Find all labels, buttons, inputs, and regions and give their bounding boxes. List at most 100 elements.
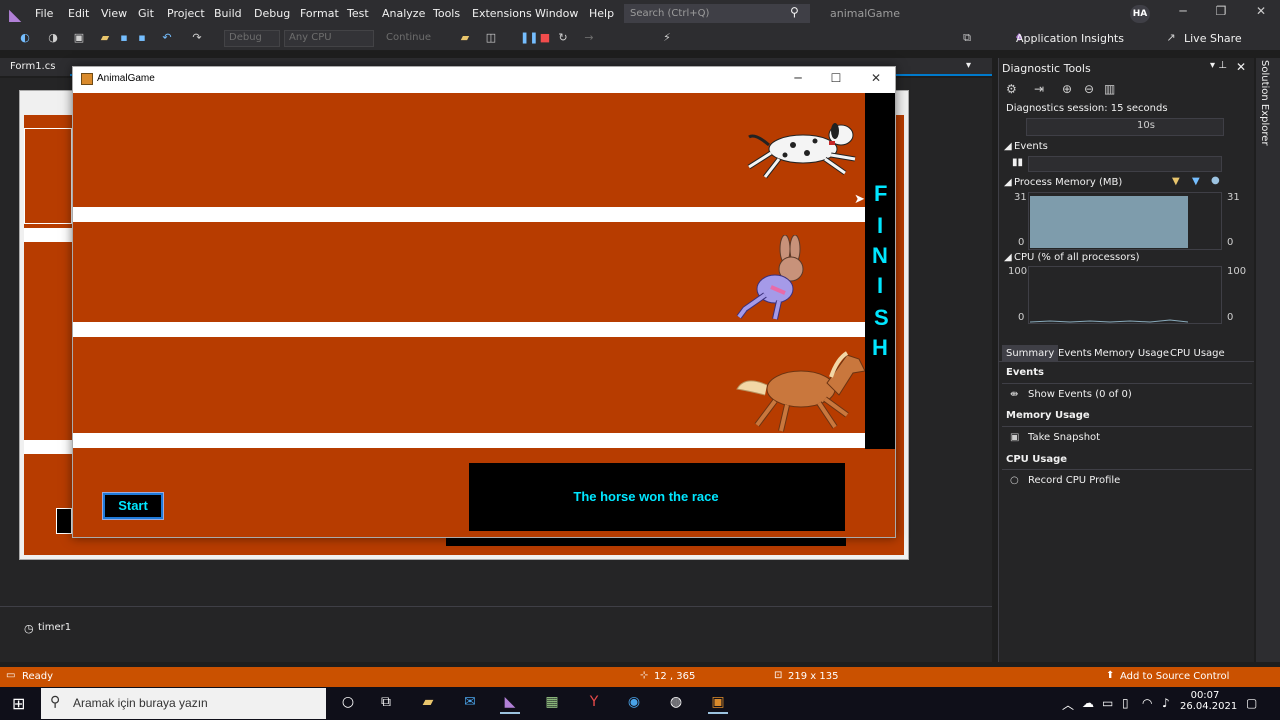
save-all-icon[interactable]: ▪ (135, 31, 149, 45)
application-insights-button[interactable]: Application Insights (1016, 32, 1124, 45)
menu-build[interactable]: Build (214, 7, 242, 20)
camera-tray-icon[interactable]: ▭ (1102, 696, 1113, 710)
back-icon[interactable]: ◐ (18, 31, 32, 45)
zoom-in-icon[interactable]: ⊕ (1062, 82, 1076, 96)
battery-icon[interactable]: ▯ (1122, 696, 1129, 710)
designer-separator (24, 440, 72, 454)
platform-select[interactable]: Any CPU (284, 30, 374, 47)
designer-lane-1[interactable] (24, 128, 72, 224)
save-icon[interactable]: ▪ (117, 31, 131, 45)
solution-explorer-strip (1256, 58, 1280, 662)
configuration-select[interactable]: Debug (224, 30, 280, 47)
menu-format[interactable]: Format (300, 7, 339, 20)
menu-edit[interactable]: Edit (68, 7, 89, 20)
wifi-icon[interactable]: ◠ (1142, 696, 1152, 710)
open-icon[interactable]: ▰ (98, 31, 112, 45)
reset-zoom-icon[interactable]: ▥ (1104, 82, 1118, 96)
hot-reload-icon[interactable]: ⚡ (660, 31, 674, 45)
tab-memory-usage[interactable]: Memory Usage (1094, 348, 1169, 359)
app-maximize-icon[interactable]: ☐ (821, 71, 851, 85)
menu-help[interactable]: Help (589, 7, 614, 20)
forward-icon[interactable]: ◑ (46, 31, 60, 45)
animal-game-window[interactable]: AnimalGame ─ ☐ ✕ F I N I S H Start The h… (72, 66, 896, 538)
stop-icon[interactable]: ■ (538, 31, 552, 45)
menu-file[interactable]: File (35, 7, 53, 20)
yandex-icon[interactable]: Y (584, 694, 604, 714)
redo-icon[interactable]: ↷ (190, 31, 204, 45)
menu-tools[interactable]: Tools (433, 7, 460, 20)
tab-dropdown-icon[interactable]: ▾ (966, 60, 971, 71)
take-snapshot-button[interactable]: Take Snapshot (1028, 432, 1100, 443)
new-item-icon[interactable]: ▣ (72, 31, 86, 45)
visual-studio-logo-icon: ◣ (9, 5, 22, 24)
start-button[interactable]: Start (102, 492, 164, 520)
app-title-bar[interactable]: AnimalGame ─ ☐ ✕ (73, 67, 895, 93)
screenshot-icon[interactable]: ◫ (484, 31, 498, 45)
chrome-icon[interactable]: ◉ (624, 694, 644, 714)
menu-view[interactable]: View (101, 7, 127, 20)
tab-summary[interactable]: Summary (1002, 345, 1059, 362)
continue-button[interactable]: Continue (386, 32, 431, 43)
pause-events-icon[interactable]: ▮▮ (1012, 157, 1023, 168)
diag-close-icon[interactable]: ✕ (1236, 60, 1246, 74)
menu-analyze[interactable]: Analyze (382, 7, 425, 20)
visual-studio-icon[interactable]: ◣ (500, 694, 520, 714)
zoom-out-icon[interactable]: ⊖ (1084, 82, 1098, 96)
layout-icon[interactable]: ⧉ (960, 31, 974, 45)
menu-debug[interactable]: Debug (254, 7, 290, 20)
volume-icon[interactable]: ♪ (1162, 696, 1170, 710)
tab-form1-cs[interactable]: Form1.cs (0, 58, 70, 76)
menu-window[interactable]: Window (535, 7, 578, 20)
search-icon[interactable]: ⚲ (790, 5, 799, 19)
memory-section-label: Process Memory (MB) (1014, 177, 1123, 188)
animal-game-taskbar-icon[interactable]: ▣ (708, 694, 728, 714)
show-events-link[interactable]: Show Events (0 of 0) (1028, 389, 1132, 400)
designer-start-button[interactable] (56, 508, 72, 534)
cloud-icon[interactable]: ☁ (1082, 696, 1094, 710)
task-view-icon[interactable]: ⧉ (376, 694, 396, 714)
add-to-source-control[interactable]: Add to Source Control (1120, 671, 1229, 682)
search-input[interactable]: Search (Ctrl+Q) (624, 4, 810, 23)
timer-icon: ◷ (24, 622, 34, 635)
collapse-icon[interactable]: ◢ (1004, 252, 1012, 263)
menu-extensions[interactable]: Extensions (472, 7, 532, 20)
file-explorer-icon[interactable]: ▰ (418, 694, 438, 714)
tab-events[interactable]: Events (1058, 348, 1092, 359)
windows-start-icon[interactable]: ⊞ (12, 694, 25, 713)
collapse-icon[interactable]: ◢ (1004, 141, 1012, 152)
notifications-icon[interactable]: ▢ (1246, 696, 1257, 710)
menu-project[interactable]: Project (167, 7, 205, 20)
restart-icon[interactable]: ↻ (556, 31, 570, 45)
export-icon[interactable]: ⇥ (1034, 82, 1048, 96)
attach-icon[interactable]: ▰ (458, 31, 472, 45)
minimize-icon[interactable]: ─ (1168, 4, 1198, 18)
record-cpu-profile-button[interactable]: Record CPU Profile (1028, 475, 1120, 486)
tab-cpu-usage[interactable]: CPU Usage (1170, 348, 1225, 359)
step-icon[interactable]: → (582, 31, 596, 45)
app-close-icon[interactable]: ✕ (861, 71, 891, 85)
close-icon[interactable]: ✕ (1246, 4, 1276, 18)
chevron-up-icon[interactable]: ︿ (1062, 696, 1074, 713)
menu-git[interactable]: Git (138, 7, 154, 20)
cortana-icon[interactable]: ○ (338, 694, 358, 714)
mouse-cursor-icon: ➤ (854, 192, 865, 207)
mail-icon[interactable]: ✉ (460, 694, 480, 714)
avatar[interactable]: HA (1130, 5, 1150, 23)
live-share-button[interactable]: Live Share (1184, 32, 1242, 45)
live-share-icon[interactable]: ↗ (1164, 31, 1178, 45)
restore-icon[interactable]: ❐ (1206, 4, 1236, 18)
pin-icon[interactable]: ▾ ⊥ (1210, 60, 1227, 71)
app-minimize-icon[interactable]: ─ (783, 71, 813, 85)
timer1-component[interactable]: timer1 (38, 622, 71, 633)
collapse-icon[interactable]: ◢ (1004, 177, 1012, 188)
settings-icon[interactable]: ⚙ (1006, 82, 1020, 96)
menu-test[interactable]: Test (347, 7, 369, 20)
obs-icon[interactable]: ◍ (666, 694, 686, 714)
clock[interactable]: 00:07 26.04.2021 (1180, 690, 1237, 712)
pause-icon[interactable]: ❚❚ (520, 31, 538, 45)
solution-explorer-tab[interactable]: Solution Explorer (1259, 60, 1270, 146)
calculator-icon[interactable]: ▦ (542, 694, 562, 714)
timeline-ruler[interactable] (1026, 118, 1224, 136)
size-icon: ⊡ (774, 670, 783, 681)
undo-icon[interactable]: ↶ (160, 31, 174, 45)
